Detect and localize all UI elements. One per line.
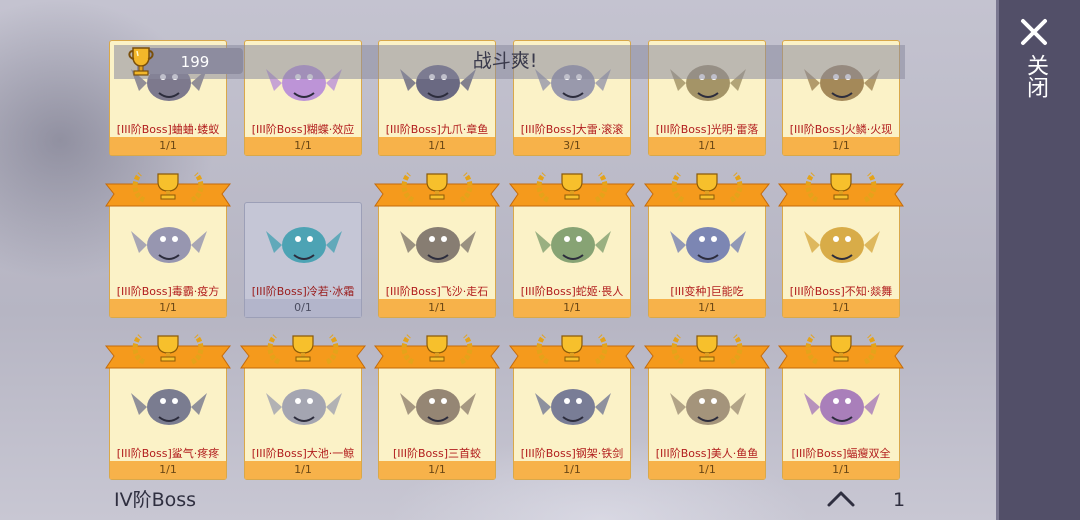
boss-count: 1/1 bbox=[245, 461, 361, 479]
poison-dragon-art bbox=[131, 227, 207, 263]
boss-count: 0/1 bbox=[245, 299, 361, 317]
flame-dancer-art bbox=[804, 227, 880, 263]
boss-count: 1/1 bbox=[245, 137, 361, 155]
boss-card[interactable]: [III阶Boss]三首蛟 1/1 bbox=[378, 364, 496, 480]
three-headed-dragon-art bbox=[400, 389, 476, 425]
boss-card[interactable]: [III阶Boss]蛇姬·畏人 1/1 bbox=[513, 202, 631, 318]
boss-count: 3/1 bbox=[514, 137, 630, 155]
laurel-trophy-ribbon-icon bbox=[104, 172, 232, 207]
laurel-trophy-ribbon-icon bbox=[508, 334, 636, 369]
boss-count: 1/1 bbox=[110, 137, 226, 155]
laurel-trophy-ribbon-icon bbox=[777, 172, 905, 207]
boss-card[interactable]: [III阶Boss]飞沙·走石 1/1 bbox=[378, 202, 496, 318]
boss-count: 1/1 bbox=[110, 299, 226, 317]
boss-card[interactable]: [III变种]巨能吃 1/1 bbox=[648, 202, 766, 318]
boss-card[interactable]: [III阶Boss]大池·一鲸 1/1 bbox=[244, 364, 362, 480]
boss-count: 1/1 bbox=[783, 137, 899, 155]
tier-heading: IV阶Boss bbox=[114, 489, 197, 511]
sand-dragon-art bbox=[400, 227, 476, 263]
laurel-trophy-ribbon-icon bbox=[508, 172, 636, 207]
laurel-trophy-ribbon-icon bbox=[104, 334, 232, 369]
close-icon[interactable] bbox=[1018, 16, 1050, 48]
boss-count: 1/1 bbox=[649, 137, 765, 155]
snake-queen-art bbox=[535, 227, 611, 263]
boss-card[interactable]: [III阶Boss]鲨气·疼疼 1/1 bbox=[109, 364, 227, 480]
laurel-trophy-ribbon-icon bbox=[643, 172, 771, 207]
boss-count: 1/1 bbox=[379, 137, 495, 155]
steel-frame-art bbox=[535, 389, 611, 425]
chevron-up-icon[interactable] bbox=[826, 488, 856, 510]
laurel-trophy-ribbon-icon bbox=[373, 172, 501, 207]
boss-card[interactable]: [III阶Boss]不知·燚舞 1/1 bbox=[782, 202, 900, 318]
trophy-icon bbox=[128, 47, 154, 76]
ice-dragon-art bbox=[266, 227, 342, 263]
boss-card[interactable]: [III阶Boss]蝠瘦双全 1/1 bbox=[782, 364, 900, 480]
boss-count: 1/1 bbox=[783, 461, 899, 479]
boss-card[interactable]: [III阶Boss]钢架·铁剑 1/1 bbox=[513, 364, 631, 480]
laurel-trophy-ribbon-icon bbox=[777, 334, 905, 369]
laurel-trophy-ribbon-icon bbox=[643, 334, 771, 369]
close-button[interactable]: 关闭 bbox=[1022, 54, 1048, 110]
big-eater-art bbox=[670, 227, 746, 263]
laurel-trophy-ribbon-icon bbox=[239, 334, 367, 369]
boss-count: 1/1 bbox=[514, 461, 630, 479]
boss-count: 1/1 bbox=[379, 299, 495, 317]
bat-boss-art bbox=[804, 389, 880, 425]
boss-count: 1/1 bbox=[514, 299, 630, 317]
boss-card[interactable]: [III阶Boss]冷若·冰霜 0/1 bbox=[244, 202, 362, 318]
boss-count: 1/1 bbox=[649, 299, 765, 317]
shark-boss-art bbox=[131, 389, 207, 425]
boss-count: 1/1 bbox=[110, 461, 226, 479]
boss-count: 1/1 bbox=[783, 299, 899, 317]
page-title: 战斗爽! bbox=[472, 50, 538, 72]
boss-count: 1/1 bbox=[379, 461, 495, 479]
whale-boss-art bbox=[266, 389, 342, 425]
mermaid-boss-art bbox=[670, 389, 746, 425]
laurel-trophy-ribbon-icon bbox=[373, 334, 501, 369]
score-value: 199 bbox=[180, 53, 210, 71]
boss-card[interactable]: [III阶Boss]美人·鱼鱼 1/1 bbox=[648, 364, 766, 480]
boss-count: 1/1 bbox=[649, 461, 765, 479]
page-number: 1 bbox=[892, 489, 906, 511]
boss-card[interactable]: [III阶Boss]毒霸·疫方 1/1 bbox=[109, 202, 227, 318]
